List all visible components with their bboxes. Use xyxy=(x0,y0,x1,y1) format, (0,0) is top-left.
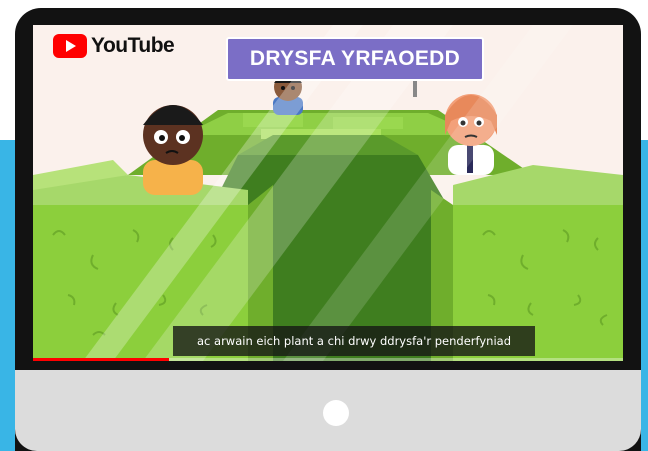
video-screen[interactable]: YouTube DRYSFA YRFAOEDD ac arwain eich p… xyxy=(33,25,623,361)
youtube-wordmark: YouTube xyxy=(91,34,175,57)
video-progress-bar[interactable] xyxy=(33,358,623,361)
subtitle-caption: ac arwain eich plant a chi drwy ddrysfa'… xyxy=(173,326,535,356)
power-dot-icon[interactable] xyxy=(323,400,349,426)
maze-sign: DRYSFA YRFAOEDD xyxy=(226,37,484,81)
youtube-logo[interactable]: YouTube xyxy=(53,34,175,58)
video-progress-fill xyxy=(33,358,169,361)
youtube-play-icon xyxy=(53,34,87,58)
